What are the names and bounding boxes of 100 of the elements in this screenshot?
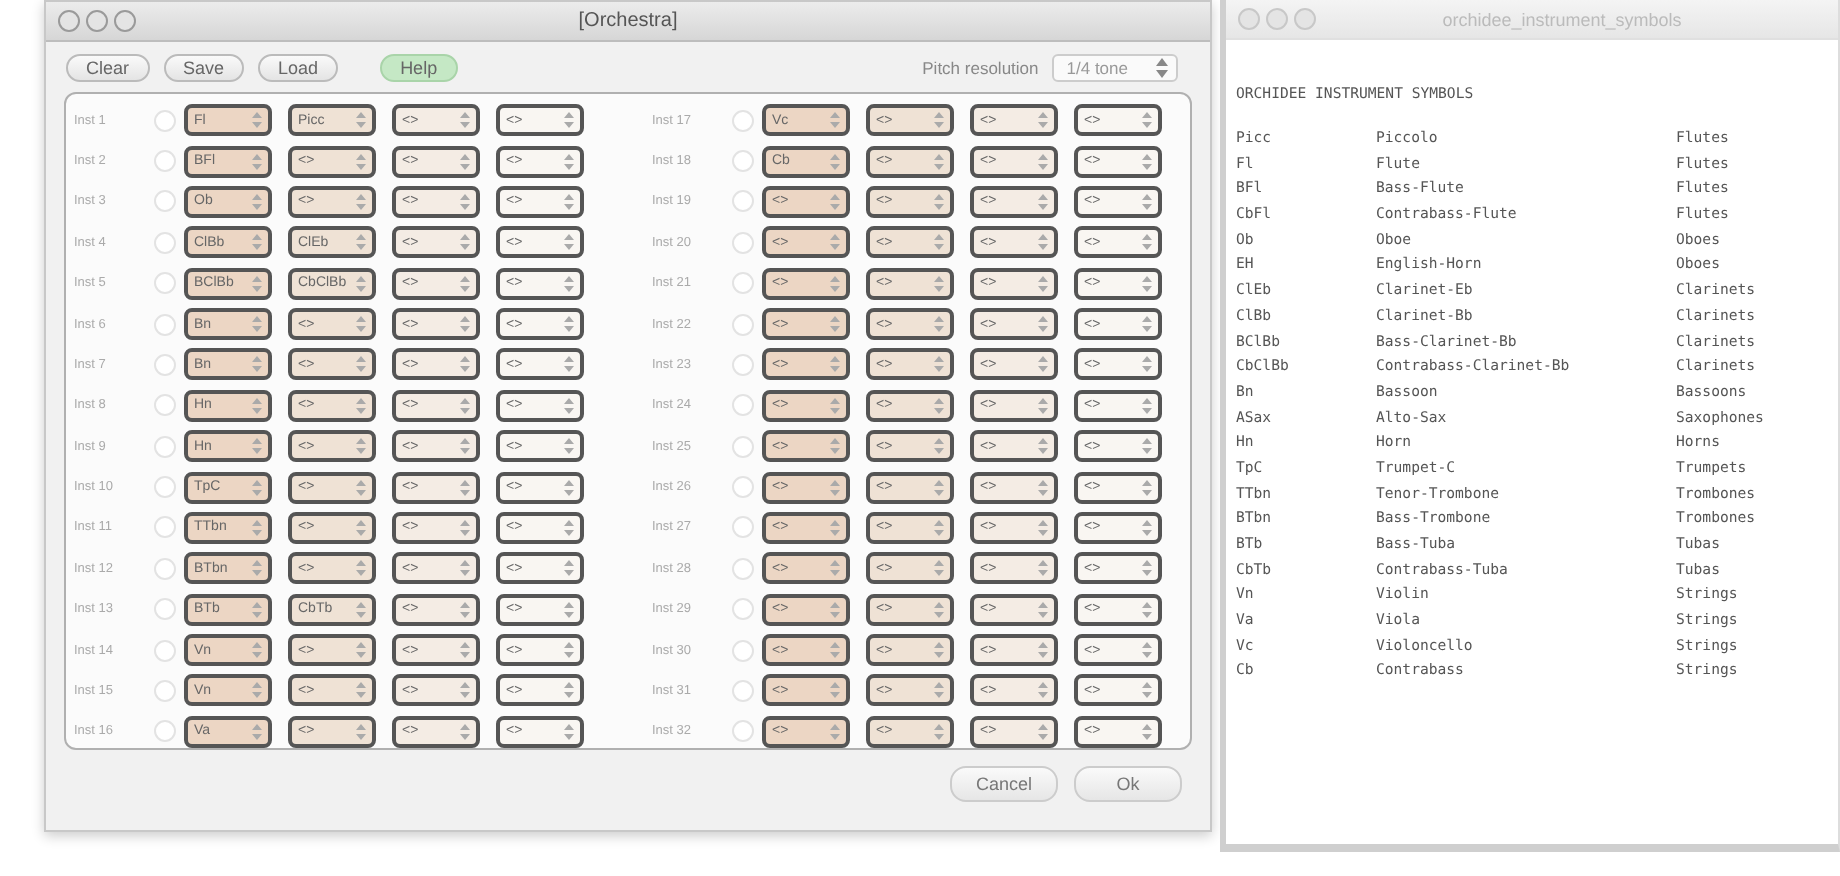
stepper-arrows-icon [830, 275, 840, 292]
stepper-arrows-icon [460, 316, 470, 333]
toolbar-button[interactable]: Load [258, 54, 339, 82]
stepper-arrows-icon [830, 438, 840, 455]
stepper-arrows-icon [1038, 601, 1048, 618]
stepper-arrows-icon [460, 642, 470, 659]
radio-button[interactable] [154, 150, 176, 173]
stepper-arrows-icon [564, 234, 574, 251]
radio-button[interactable] [154, 598, 176, 621]
stepper-arrows-icon [252, 193, 262, 210]
radio-button[interactable] [732, 516, 754, 539]
stepper-arrows-icon [356, 356, 366, 373]
radio-button[interactable] [154, 476, 176, 499]
radio-button[interactable] [732, 720, 754, 743]
stepper-arrows-icon [1038, 275, 1048, 292]
stepper-arrows-icon [830, 112, 840, 129]
stepper-arrows-icon [252, 723, 262, 740]
radio-button[interactable] [732, 679, 754, 702]
stepper-arrows-icon [934, 601, 944, 618]
stepper-arrows-icon [830, 193, 840, 210]
window-control-icon[interactable] [58, 10, 80, 32]
stepper-arrows-icon [1038, 479, 1048, 496]
stepper-arrows-icon [1038, 153, 1048, 170]
stepper-arrows-icon [830, 519, 840, 536]
dialog-button[interactable]: Ok [1074, 766, 1182, 802]
radio-button[interactable] [732, 190, 754, 213]
stepper-arrows-icon [564, 153, 574, 170]
toolbar-button[interactable]: Save [163, 54, 245, 82]
stepper-arrows-icon [252, 560, 262, 577]
window-control-icon[interactable] [1266, 8, 1288, 30]
radio-button[interactable] [154, 272, 176, 295]
dialog-button[interactable]: Cancel [949, 766, 1058, 802]
stepper-arrows-icon [934, 519, 944, 536]
stepper-arrows-icon [934, 682, 944, 699]
radio-button[interactable] [732, 353, 754, 376]
help-button[interactable]: Help [380, 54, 458, 82]
stepper-arrows-icon [830, 316, 840, 333]
stepper-arrows-icon [252, 397, 262, 414]
window-control-icon[interactable] [1294, 8, 1316, 30]
stepper-arrows-icon [1142, 112, 1152, 129]
stepper-arrows-icon [252, 642, 262, 659]
stepper-arrows-icon [356, 682, 366, 699]
radio-button[interactable] [732, 109, 754, 132]
stepper-arrows-icon [356, 316, 366, 333]
stepper-arrows-icon [1142, 356, 1152, 373]
radio-button[interactable] [154, 353, 176, 376]
radio-button[interactable] [154, 639, 176, 662]
stepper-arrows-icon [252, 601, 262, 618]
radio-button[interactable] [154, 557, 176, 580]
window-control-icon[interactable] [86, 10, 108, 32]
stepper-arrows-icon [1142, 723, 1152, 740]
stepper-arrows-icon [1142, 275, 1152, 292]
radio-button[interactable] [154, 679, 176, 702]
radio-button[interactable] [732, 394, 754, 417]
stepper-arrows-icon [564, 275, 574, 292]
stepper-arrows-icon [1142, 397, 1152, 414]
radio-button[interactable] [732, 150, 754, 173]
window-control-icon[interactable] [114, 10, 136, 32]
stepper-arrows-icon [934, 356, 944, 373]
stepper-arrows-icon [1038, 682, 1048, 699]
stepper-arrows-icon [252, 356, 262, 373]
stepper-arrows-icon [252, 519, 262, 536]
stepper-arrows-icon [1142, 642, 1152, 659]
stepper-arrows-icon [252, 479, 262, 496]
radio-button[interactable] [154, 394, 176, 417]
stepper-arrows-icon [460, 519, 470, 536]
radio-button[interactable] [732, 476, 754, 499]
radio-button[interactable] [154, 516, 176, 539]
stepper-arrows-icon [356, 601, 366, 618]
radio-button[interactable] [732, 435, 754, 458]
pitch-resolution-dropdown[interactable]: 1/4 tone [1052, 54, 1178, 82]
stepper-arrows-icon [564, 642, 574, 659]
stepper-arrows-icon [1142, 479, 1152, 496]
stepper-arrows-icon [356, 438, 366, 455]
radio-button[interactable] [732, 272, 754, 295]
stepper-arrows-icon [252, 682, 262, 699]
radio-button[interactable] [154, 231, 176, 254]
stepper-arrows-icon [564, 193, 574, 210]
radio-button[interactable] [732, 231, 754, 254]
radio-button[interactable] [732, 598, 754, 621]
stepper-arrows-icon [564, 519, 574, 536]
stepper-arrows-icon [564, 723, 574, 740]
toolbar-button[interactable]: Clear [66, 54, 150, 82]
radio-button[interactable] [732, 639, 754, 662]
radio-button[interactable] [154, 190, 176, 213]
window-title: [Orchestra] [578, 10, 678, 32]
radio-button[interactable] [732, 313, 754, 336]
stepper-arrows-icon [460, 356, 470, 373]
radio-button[interactable] [154, 720, 176, 743]
radio-button[interactable] [154, 313, 176, 336]
radio-button[interactable] [154, 435, 176, 458]
radio-button[interactable] [732, 557, 754, 580]
stepper-arrows-icon [1038, 723, 1048, 740]
stepper-arrows-icon [830, 397, 840, 414]
stepper-arrows-icon [934, 397, 944, 414]
stepper-arrows-icon [830, 560, 840, 577]
window-control-icon[interactable] [1238, 8, 1260, 30]
stepper-arrows-icon [252, 112, 262, 129]
radio-button[interactable] [154, 109, 176, 132]
stepper-arrows-icon [252, 234, 262, 251]
